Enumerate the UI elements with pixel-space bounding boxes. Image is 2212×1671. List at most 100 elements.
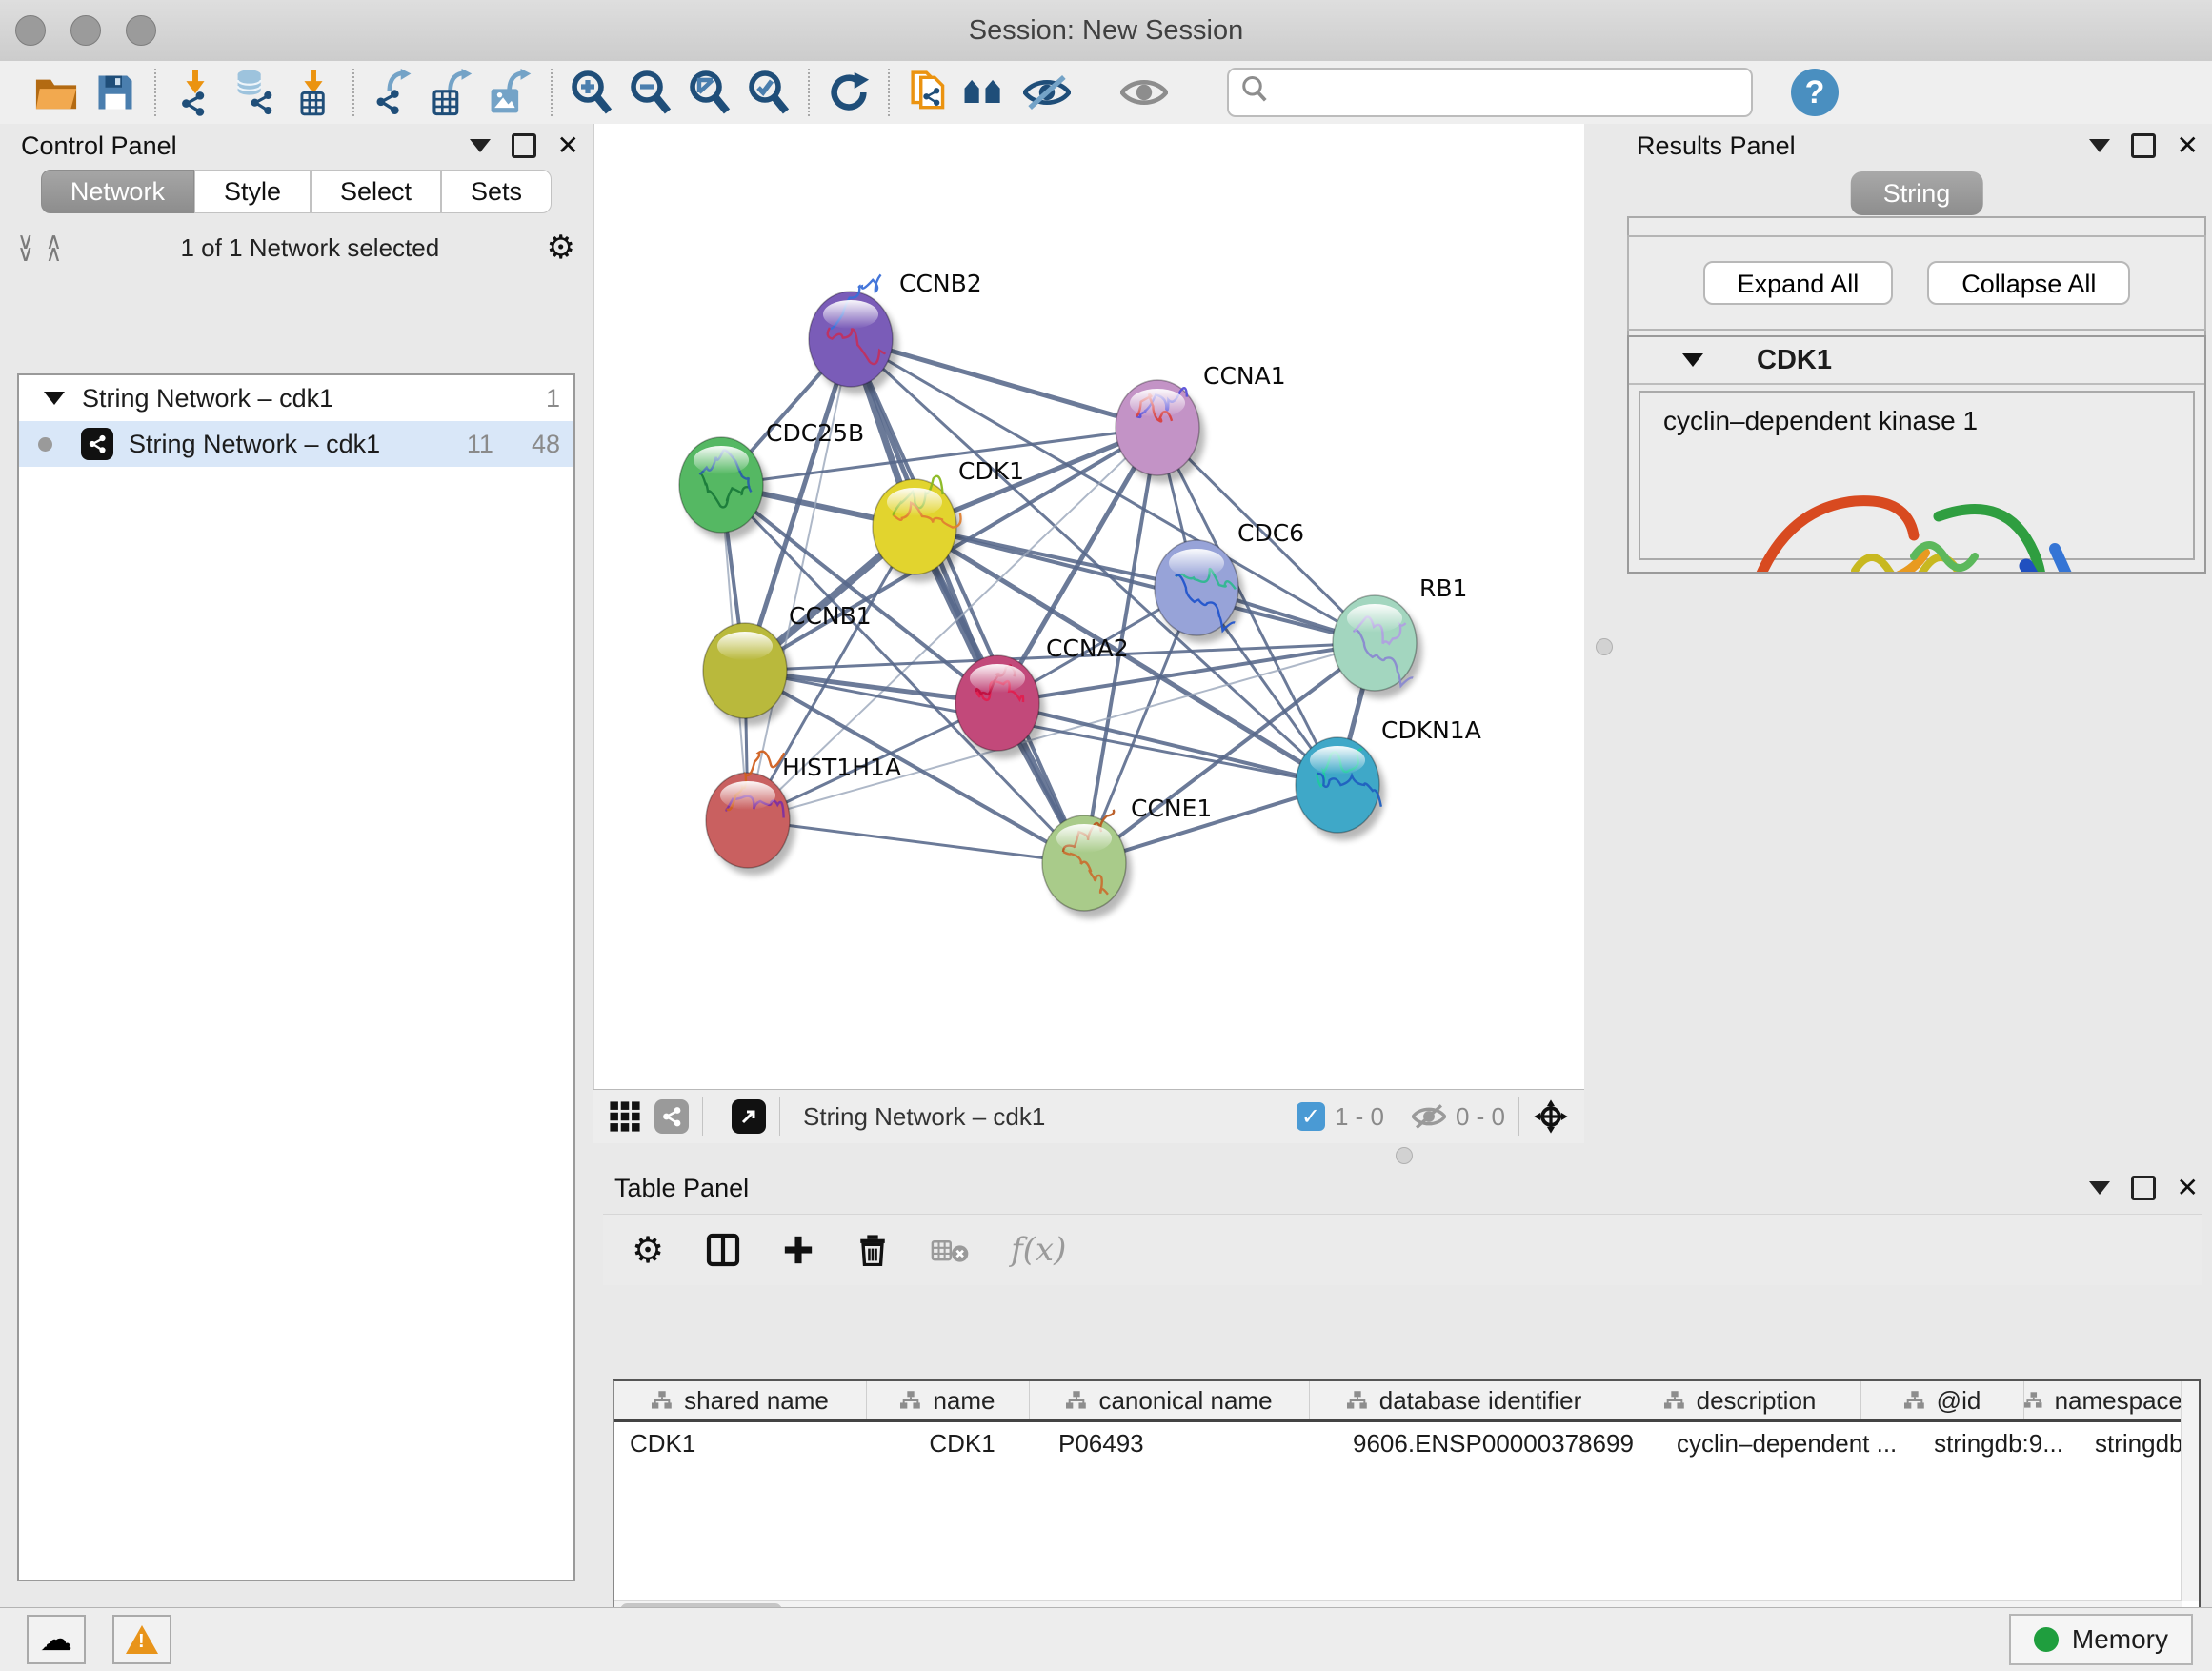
export-network-button[interactable] [364,67,423,118]
tab-string[interactable]: String [1851,171,1983,215]
export-image-button[interactable] [482,67,541,118]
float-panel-icon[interactable] [512,133,536,158]
column-header[interactable]: shared name [614,1381,867,1419]
network-node[interactable]: CCNB2 [809,270,982,394]
open-in-window-icon[interactable] [732,1099,766,1134]
panel-menu-icon[interactable] [2089,1181,2110,1195]
birdseye-toggle-icon[interactable] [1533,1098,1569,1135]
column-header[interactable]: @id [1861,1381,2024,1419]
collection-caret-icon[interactable] [44,392,65,405]
network-edge[interactable] [748,339,851,820]
collapse-all-networks-icon[interactable]: ∨∨ [17,235,32,260]
first-neighbors-button[interactable] [958,67,1017,118]
gene-caret-icon[interactable] [1682,353,1703,367]
close-panel-icon[interactable]: ✕ [557,132,579,159]
help-button[interactable]: ? [1791,69,1839,116]
tab-style[interactable]: Style [194,170,311,213]
tab-sets[interactable]: Sets [441,170,552,213]
attribute-icon [1066,1390,1087,1411]
table-cell[interactable]: P06493 [1043,1422,1337,1464]
table-row[interactable]: CDK1CDK1P064939606.ENSP00000378699cyclin… [614,1422,2199,1464]
zoom-out-button[interactable] [621,67,680,118]
expand-all-button[interactable]: Expand All [1703,261,1894,305]
zoom-in-button[interactable] [562,67,621,118]
splitter-handle[interactable] [1596,638,1613,655]
open-session-button[interactable] [27,67,86,118]
vertical-scrollbar[interactable] [2181,1381,2199,1601]
show-columns-icon[interactable] [706,1233,740,1267]
window-title: Session: New Session [0,0,2212,61]
network-node[interactable]: CCNA1 [1116,362,1286,483]
hide-selected-button[interactable] [1017,67,1076,118]
network-options-gear-icon[interactable]: ⚙ [547,229,575,267]
cloud-status-button[interactable]: ☁ [27,1615,86,1664]
column-header[interactable]: description [1619,1381,1861,1419]
delete-column-icon[interactable] [856,1233,889,1267]
collapse-all-button[interactable]: Collapse All [1927,261,2130,305]
import-network-from-database-button[interactable] [225,67,284,118]
node-label: HIST1H1A [782,754,901,781]
export-table-button[interactable] [423,67,482,118]
column-header[interactable]: canonical name [1030,1381,1310,1419]
close-panel-icon[interactable]: ✕ [2177,1175,2199,1201]
node-label: CCNA1 [1203,362,1286,390]
tab-network[interactable]: Network [41,170,194,213]
memory-status-dot-icon [2034,1627,2059,1652]
memory-button[interactable]: Memory [2009,1614,2193,1665]
table-cell[interactable]: CDK1 [614,1422,881,1464]
tab-select[interactable]: Select [311,170,441,213]
table-cell[interactable]: cyclin–dependent ... [1661,1422,1918,1464]
network-row[interactable]: String Network – cdk1 11 48 [19,421,573,467]
network-node[interactable]: HIST1H1A [706,752,901,876]
selected-checkbox-icon[interactable]: ✓ [1297,1102,1325,1131]
close-panel-icon[interactable]: ✕ [2177,132,2199,159]
show-all-button[interactable] [1115,67,1174,118]
column-header[interactable]: database identifier [1310,1381,1619,1419]
column-header[interactable]: name [867,1381,1030,1419]
add-column-icon[interactable] [782,1234,814,1266]
protein-structure-image [1712,442,2122,574]
attribute-icon [1664,1390,1685,1411]
gene-name: CDK1 [1757,345,1832,376]
grid-view-icon[interactable] [609,1100,641,1133]
network-badge-icon[interactable] [654,1099,689,1134]
vertical-splitter[interactable] [1584,124,1621,1143]
table-cell[interactable]: 9606.ENSP00000378699 [1337,1422,1661,1464]
table-cell[interactable]: stringdb:9... [1918,1422,2080,1464]
zoom-selected-button[interactable] [739,67,798,118]
network-edge[interactable] [851,339,1084,863]
network-node[interactable]: CCNE1 [1042,795,1212,918]
table-cell[interactable]: CDK1 [881,1422,1043,1464]
horizontal-splitter[interactable] [593,1143,2212,1166]
float-panel-icon[interactable] [2131,133,2156,158]
save-session-button[interactable] [86,67,145,118]
column-header[interactable]: namespace [2024,1381,2183,1419]
network-node[interactable]: CCNB1 [703,602,872,726]
network-node[interactable]: CDKN1A [1296,716,1481,840]
network-node[interactable]: RB1 [1333,574,1467,698]
network-label: String Network – cdk1 [129,430,380,459]
network-collection-row[interactable]: String Network – cdk1 1 [19,375,573,421]
splitter-handle[interactable] [1396,1147,1413,1164]
panel-menu-icon[interactable] [2089,139,2110,152]
zoom-fit-button[interactable] [680,67,739,118]
table-options-gear-icon[interactable]: ⚙ [632,1229,664,1272]
warnings-button[interactable] [112,1615,171,1664]
clone-network-button[interactable] [899,67,958,118]
gene-section-header[interactable]: CDK1 [1629,337,2204,385]
import-network-button[interactable] [166,67,225,118]
search-input[interactable] [1227,68,1753,117]
control-panel-title: Control Panel [21,131,177,161]
node-label: CCNE1 [1131,795,1212,822]
expand-all-networks-icon[interactable]: ∧∧ [46,235,61,260]
import-table-button[interactable] [284,67,343,118]
network-node[interactable]: CDC6 [1155,519,1304,643]
selected-counts: 1 - 0 [1335,1102,1384,1132]
network-view-toolbar: String Network – cdk1 ✓ 1 - 0 0 - 0 [593,1089,1584,1143]
network-edge[interactable] [748,820,1084,863]
network-edge[interactable] [915,527,1375,643]
network-canvas[interactable]: CCNB2CCNA1CDC25BCDK1CDC6RB1CCNB1CCNA2CDK… [593,124,1584,1089]
refresh-layout-button[interactable] [819,67,878,118]
panel-menu-icon[interactable] [470,139,491,152]
float-panel-icon[interactable] [2131,1176,2156,1200]
